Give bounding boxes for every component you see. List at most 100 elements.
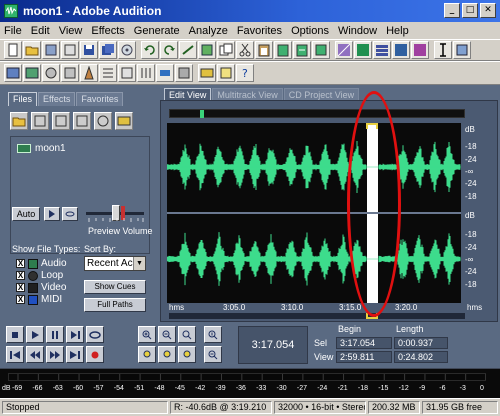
- midi-checkbox[interactable]: X: [16, 295, 25, 304]
- cd-project-icon[interactable]: [392, 41, 410, 59]
- cd-icon[interactable]: [118, 41, 136, 59]
- script-icon[interactable]: [217, 64, 235, 82]
- loop-checkbox[interactable]: X: [16, 271, 25, 280]
- paste-icon[interactable]: [255, 41, 273, 59]
- menu-window[interactable]: Window: [338, 25, 377, 37]
- menu-effects[interactable]: Effects: [91, 25, 124, 37]
- spectral-view-icon[interactable]: [335, 41, 353, 59]
- zoom-in-horizontal-button[interactable]: [138, 326, 156, 343]
- go-to-end-button[interactable]: [66, 346, 84, 363]
- zoom-full-button[interactable]: [178, 326, 196, 343]
- full-paths-icon[interactable]: [115, 112, 133, 130]
- chevron-down-icon[interactable]: ▼: [133, 257, 145, 270]
- menu-file[interactable]: File: [4, 25, 22, 37]
- sort-by-select[interactable]: Recent Acc ▼: [84, 256, 146, 271]
- redo-icon[interactable]: [160, 41, 178, 59]
- copy-new-icon[interactable]: [198, 41, 216, 59]
- menu-generate[interactable]: Generate: [134, 25, 180, 37]
- organizer-toggle-icon[interactable]: [198, 64, 216, 82]
- copy-icon[interactable]: [217, 41, 235, 59]
- file-item-moon1[interactable]: moon1: [17, 143, 66, 154]
- settings-icon[interactable]: [61, 64, 79, 82]
- new-file-icon[interactable]: [4, 41, 22, 59]
- help-icon[interactable]: ?: [236, 64, 254, 82]
- selection-length-field[interactable]: 0:00.937: [394, 337, 448, 349]
- video-checkbox[interactable]: X: [16, 283, 25, 292]
- preview-play-button[interactable]: [44, 207, 60, 221]
- undo-icon[interactable]: [141, 41, 159, 59]
- zoom-out-vertical-button[interactable]: [204, 346, 222, 363]
- time-selection-tool-icon[interactable]: [434, 41, 452, 59]
- save-icon[interactable]: [80, 41, 98, 59]
- minimize-button[interactable]: _: [444, 3, 460, 18]
- mixer-icon[interactable]: [137, 64, 155, 82]
- menu-view[interactable]: View: [59, 25, 83, 37]
- menu-help[interactable]: Help: [386, 25, 409, 37]
- zoom-to-right-button[interactable]: [158, 346, 176, 363]
- filetype-midi[interactable]: X MIDI: [16, 294, 62, 305]
- repeat-command-icon[interactable]: [179, 41, 197, 59]
- selection-begin-field[interactable]: 3:17.054: [336, 337, 392, 349]
- metronome-icon[interactable]: [80, 64, 98, 82]
- track-properties-icon[interactable]: [118, 64, 136, 82]
- cut-icon[interactable]: [236, 41, 254, 59]
- play-to-end-button[interactable]: [66, 326, 84, 343]
- menu-edit[interactable]: Edit: [31, 25, 50, 37]
- zoom-out-horizontal-button[interactable]: [158, 326, 176, 343]
- insert-multitrack-icon[interactable]: [73, 112, 91, 130]
- menu-options[interactable]: Options: [291, 25, 329, 37]
- play-file-icon[interactable]: [94, 112, 112, 130]
- preview-loop-button[interactable]: [62, 207, 78, 221]
- spectral-pitch-icon[interactable]: [411, 41, 429, 59]
- import-icon[interactable]: [31, 112, 49, 130]
- view-length-field[interactable]: 0:24.802: [394, 351, 448, 363]
- open-file-icon[interactable]: [23, 41, 41, 59]
- workspace-multitrack-icon[interactable]: [23, 64, 41, 82]
- effects-rack-icon[interactable]: [175, 64, 193, 82]
- go-to-beginning-button[interactable]: [6, 346, 24, 363]
- close-file-icon[interactable]: [61, 41, 79, 59]
- workspace-cd-icon[interactable]: [42, 64, 60, 82]
- filetype-video[interactable]: X Video: [16, 282, 66, 293]
- zoom-to-left-button[interactable]: [138, 346, 156, 363]
- paste-new-icon[interactable]: [274, 41, 292, 59]
- open-append-icon[interactable]: [42, 41, 60, 59]
- waveform-view-icon[interactable]: [354, 41, 372, 59]
- play-button[interactable]: [26, 326, 44, 343]
- audio-checkbox[interactable]: X: [16, 259, 25, 268]
- bus-icon[interactable]: [156, 64, 174, 82]
- loop-button[interactable]: [86, 326, 104, 343]
- view-begin-field[interactable]: 2:59.811: [336, 351, 392, 363]
- full-paths-button[interactable]: Full Paths: [84, 298, 146, 312]
- horizontal-scrollbar[interactable]: [169, 313, 465, 319]
- open-file-icon-organizer[interactable]: [10, 112, 28, 130]
- zoom-in-vertical-button[interactable]: [204, 326, 222, 343]
- workspace-edit-icon[interactable]: [4, 64, 22, 82]
- waveform-display[interactable]: [167, 123, 461, 303]
- filetype-audio[interactable]: X Audio: [16, 258, 67, 269]
- trim-icon[interactable]: [312, 41, 330, 59]
- cue-list-icon[interactable]: [99, 64, 117, 82]
- close-file-icon-organizer[interactable]: [52, 112, 70, 130]
- stop-button[interactable]: [6, 326, 24, 343]
- overview-range[interactable]: [200, 110, 204, 118]
- menu-favorites[interactable]: Favorites: [237, 25, 282, 37]
- auto-play-button[interactable]: Auto: [12, 207, 40, 221]
- marquee-tool-icon[interactable]: [453, 41, 471, 59]
- close-button[interactable]: ✕: [480, 3, 496, 18]
- save-all-icon[interactable]: [99, 41, 117, 59]
- mix-paste-icon[interactable]: [293, 41, 311, 59]
- zoom-selection-button[interactable]: [178, 346, 196, 363]
- rewind-button[interactable]: [26, 346, 44, 363]
- tab-favorites[interactable]: Favorites: [76, 92, 124, 106]
- fast-forward-button[interactable]: [46, 346, 64, 363]
- filetype-loop[interactable]: X Loop: [16, 270, 63, 281]
- multitrack-view-icon[interactable]: [373, 41, 391, 59]
- menu-analyze[interactable]: Analyze: [189, 25, 228, 37]
- maximize-button[interactable]: □: [462, 3, 478, 18]
- pause-button[interactable]: [46, 326, 64, 343]
- tab-effects[interactable]: Effects: [38, 92, 76, 106]
- record-button[interactable]: [86, 346, 104, 363]
- tab-files[interactable]: Files: [8, 92, 38, 106]
- overview-bar[interactable]: [169, 109, 465, 118]
